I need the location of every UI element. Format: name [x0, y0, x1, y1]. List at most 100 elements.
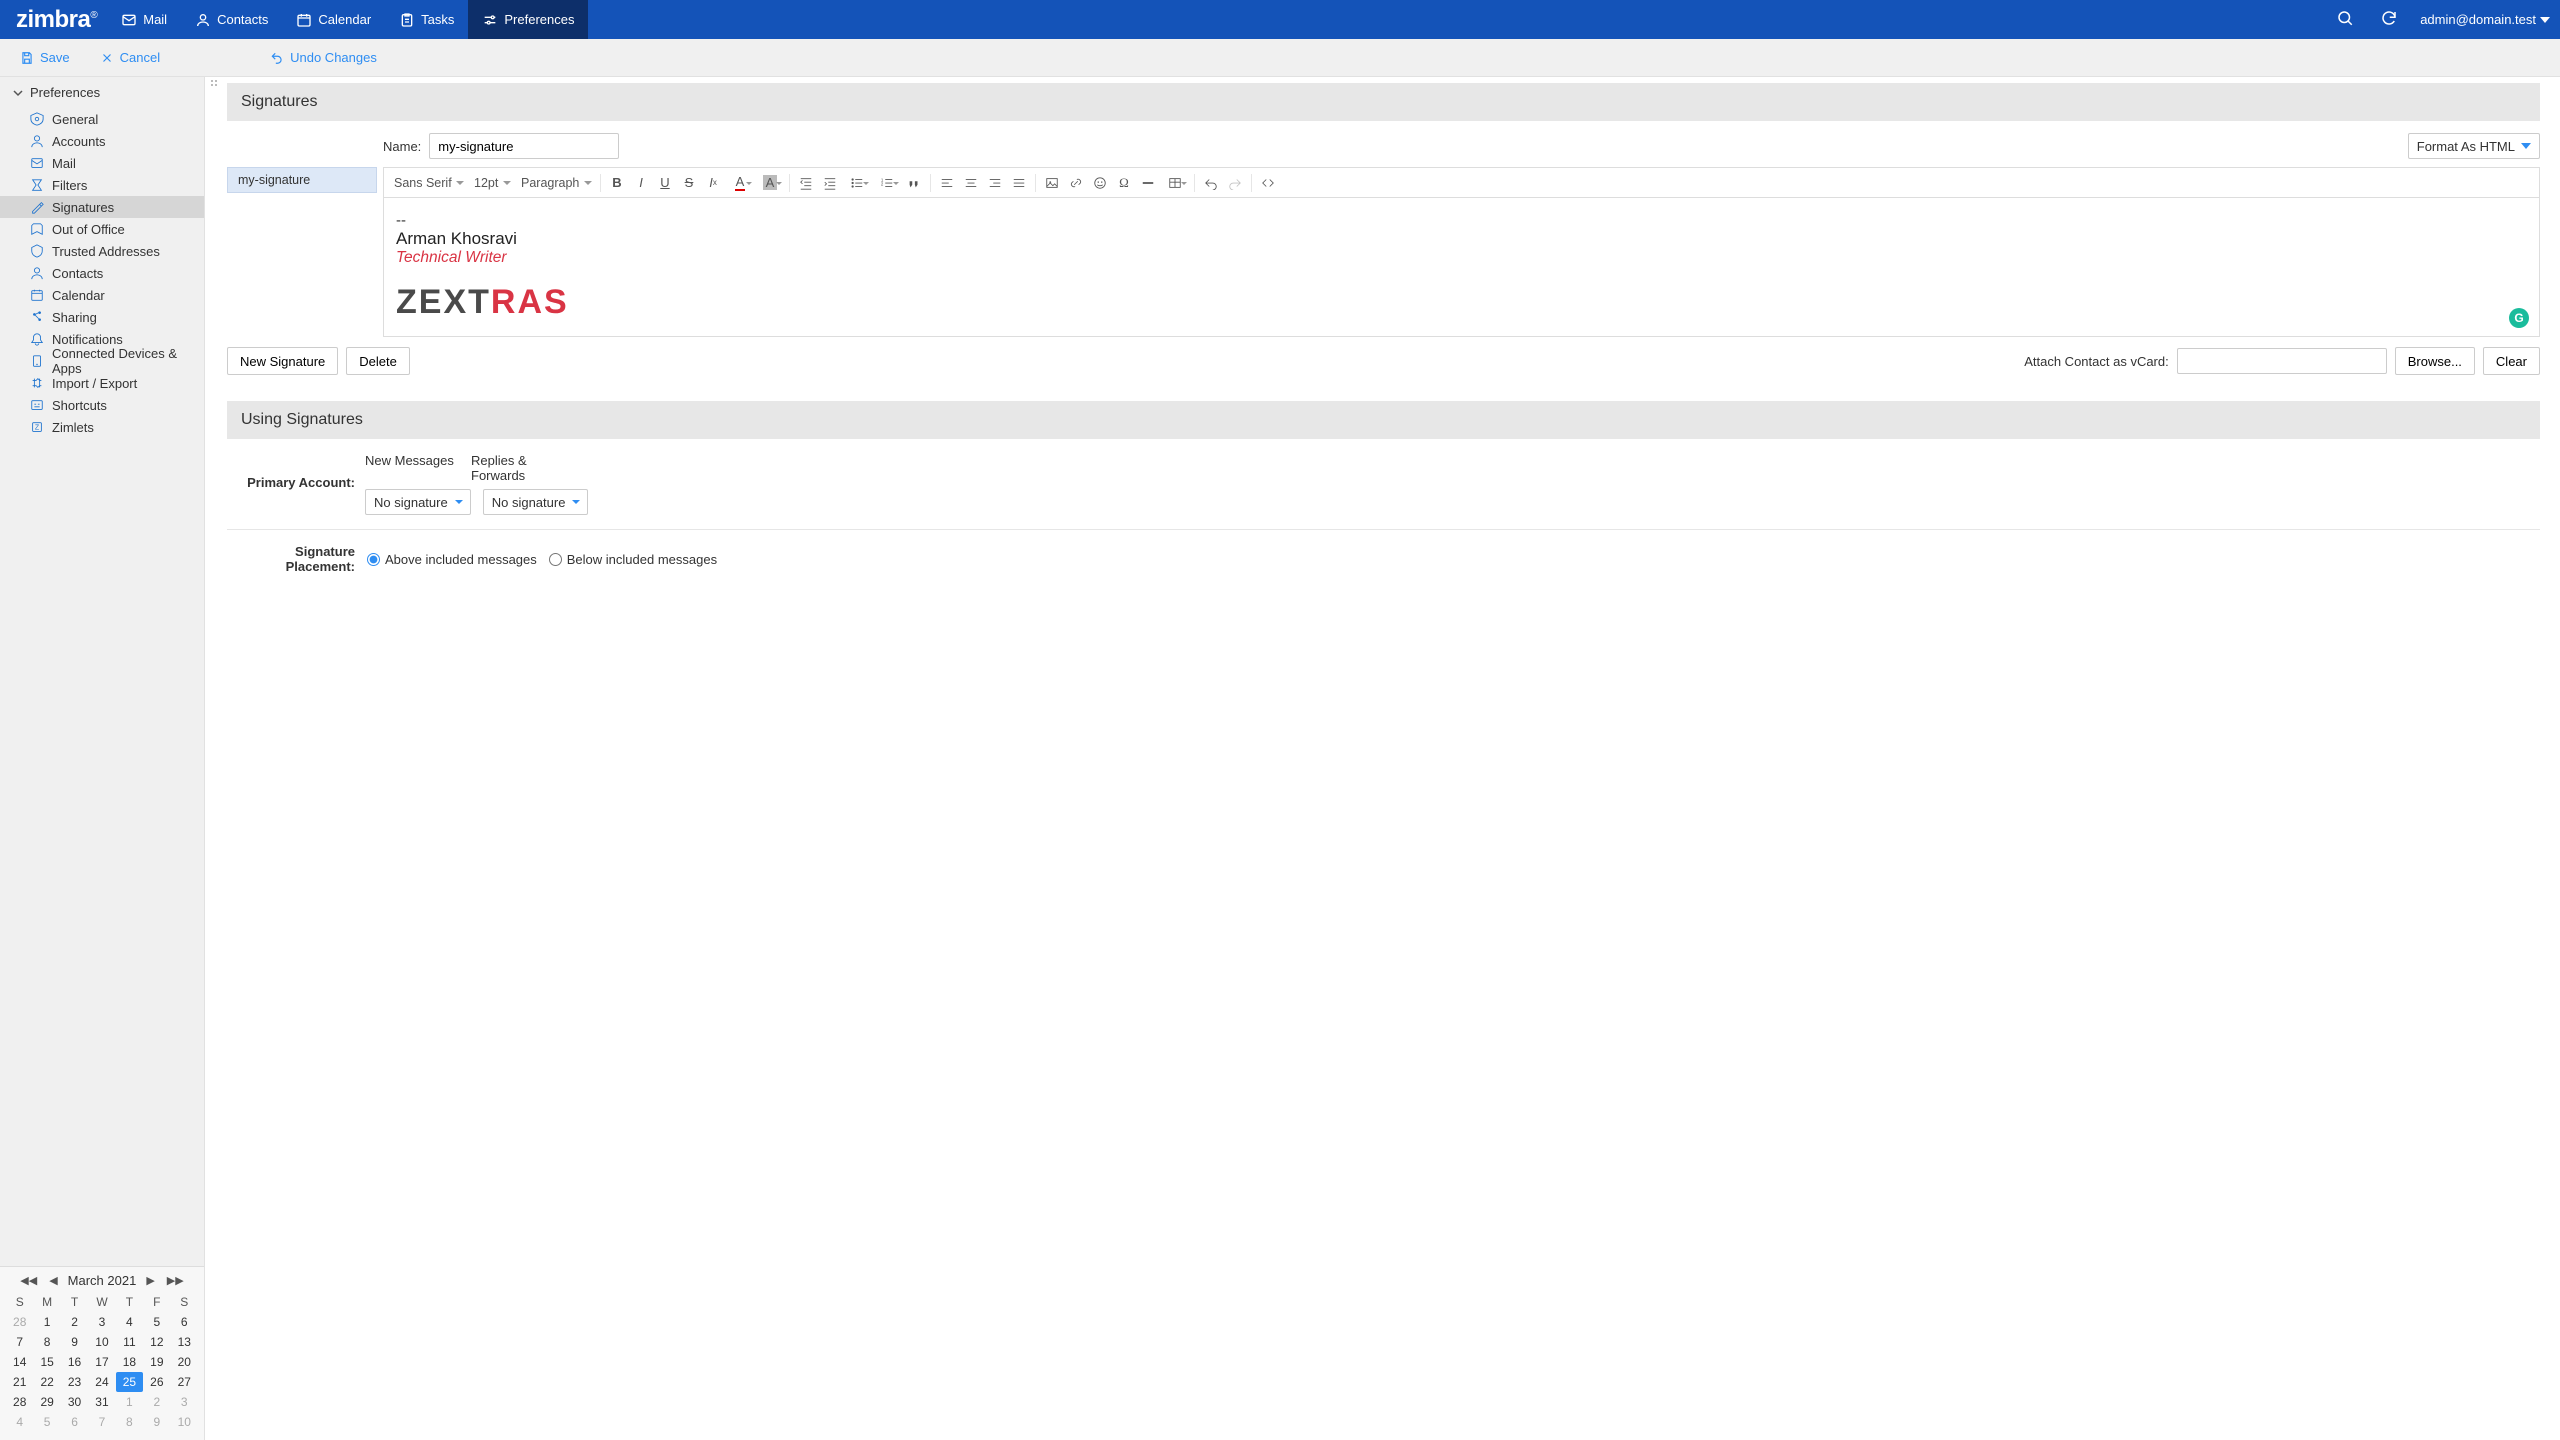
- cal-day[interactable]: 1: [33, 1312, 60, 1332]
- align-left-button[interactable]: [935, 171, 959, 195]
- cal-day[interactable]: 13: [171, 1332, 198, 1352]
- grammarly-icon[interactable]: G: [2509, 308, 2529, 328]
- cal-next-month[interactable]: ▶: [144, 1274, 156, 1287]
- cal-day[interactable]: 10: [88, 1332, 115, 1352]
- cal-day[interactable]: 22: [33, 1372, 60, 1392]
- placement-below-radio[interactable]: Below included messages: [549, 552, 717, 567]
- cal-day[interactable]: 9: [143, 1412, 170, 1432]
- text-color-button[interactable]: A: [725, 171, 755, 195]
- cancel-button[interactable]: Cancel: [94, 46, 166, 69]
- cal-day[interactable]: 12: [143, 1332, 170, 1352]
- cal-day[interactable]: 25: [116, 1372, 143, 1392]
- cal-day[interactable]: 11: [116, 1332, 143, 1352]
- new-signature-button[interactable]: New Signature: [227, 347, 338, 375]
- cal-prev-year[interactable]: ◀◀: [18, 1274, 39, 1287]
- cal-day[interactable]: 4: [116, 1312, 143, 1332]
- cal-day[interactable]: 5: [143, 1312, 170, 1332]
- insert-link-button[interactable]: [1064, 171, 1088, 195]
- signature-name-input[interactable]: [429, 133, 619, 159]
- number-list-button[interactable]: 12: [872, 171, 902, 195]
- redo-edit-button[interactable]: [1223, 171, 1247, 195]
- refresh-button[interactable]: [2376, 5, 2402, 34]
- sidebar-item-connected-devices-apps[interactable]: Connected Devices & Apps: [0, 350, 204, 372]
- sidebar-item-mail[interactable]: Mail: [0, 152, 204, 174]
- sidebar-item-shortcuts[interactable]: Shortcuts: [0, 394, 204, 416]
- outdent-button[interactable]: [794, 171, 818, 195]
- cal-day[interactable]: 21: [6, 1372, 33, 1392]
- cal-day[interactable]: 27: [171, 1372, 198, 1392]
- nav-contacts[interactable]: Contacts: [181, 0, 282, 39]
- cal-day[interactable]: 6: [61, 1412, 88, 1432]
- align-center-button[interactable]: [959, 171, 983, 195]
- blockquote-button[interactable]: [902, 171, 926, 195]
- sidebar-item-filters[interactable]: Filters: [0, 174, 204, 196]
- nav-mail[interactable]: Mail: [107, 0, 181, 39]
- cal-day[interactable]: 3: [171, 1392, 198, 1412]
- search-button[interactable]: [2332, 5, 2358, 34]
- indent-button[interactable]: [818, 171, 842, 195]
- nav-preferences[interactable]: Preferences: [468, 0, 588, 39]
- sidebar-item-out-of-office[interactable]: Out of Office: [0, 218, 204, 240]
- replies-signature-select[interactable]: No signature: [483, 489, 589, 515]
- cal-day[interactable]: 28: [6, 1312, 33, 1332]
- placement-above-radio[interactable]: Above included messages: [367, 552, 537, 567]
- user-menu[interactable]: admin@domain.test: [2420, 12, 2550, 27]
- sidebar-item-zimlets[interactable]: ZZimlets: [0, 416, 204, 438]
- cal-day[interactable]: 14: [6, 1352, 33, 1372]
- underline-button[interactable]: U: [653, 171, 677, 195]
- sidebar-item-contacts[interactable]: Contacts: [0, 262, 204, 284]
- nav-tasks[interactable]: Tasks: [385, 0, 468, 39]
- highlight-color-button[interactable]: A: [755, 171, 785, 195]
- cal-day[interactable]: 15: [33, 1352, 60, 1372]
- cal-day[interactable]: 20: [171, 1352, 198, 1372]
- cal-prev-month[interactable]: ◀: [47, 1274, 59, 1287]
- align-right-button[interactable]: [983, 171, 1007, 195]
- vcard-input[interactable]: [2177, 348, 2387, 374]
- cal-day[interactable]: 29: [33, 1392, 60, 1412]
- emoji-button[interactable]: [1088, 171, 1112, 195]
- italic-button[interactable]: I: [629, 171, 653, 195]
- cal-day[interactable]: 24: [88, 1372, 115, 1392]
- cal-day[interactable]: 31: [88, 1392, 115, 1412]
- cal-day[interactable]: 26: [143, 1372, 170, 1392]
- signature-list-item[interactable]: my-signature: [227, 167, 377, 193]
- format-as-html-button[interactable]: Format As HTML: [2408, 133, 2540, 159]
- cal-day[interactable]: 16: [61, 1352, 88, 1372]
- cal-day[interactable]: 3: [88, 1312, 115, 1332]
- cal-day[interactable]: 17: [88, 1352, 115, 1372]
- cal-day[interactable]: 2: [61, 1312, 88, 1332]
- strike-button[interactable]: S: [677, 171, 701, 195]
- align-justify-button[interactable]: [1007, 171, 1031, 195]
- cal-day[interactable]: 19: [143, 1352, 170, 1372]
- save-button[interactable]: Save: [14, 46, 76, 69]
- cal-day[interactable]: 4: [6, 1412, 33, 1432]
- hr-button[interactable]: [1136, 171, 1160, 195]
- clear-format-button[interactable]: Ix: [701, 171, 725, 195]
- cal-day[interactable]: 8: [33, 1332, 60, 1352]
- cal-day[interactable]: 1: [116, 1392, 143, 1412]
- new-messages-signature-select[interactable]: No signature: [365, 489, 471, 515]
- cal-day[interactable]: 2: [143, 1392, 170, 1412]
- signature-editor[interactable]: -- Arman Khosravi Technical Writer ZEXTR…: [383, 197, 2540, 337]
- cal-day[interactable]: 30: [61, 1392, 88, 1412]
- undo-changes-button[interactable]: Undo Changes: [264, 46, 383, 69]
- cal-day[interactable]: 7: [6, 1332, 33, 1352]
- cal-day[interactable]: 28: [6, 1392, 33, 1412]
- cal-next-year[interactable]: ▶▶: [165, 1274, 186, 1287]
- font-size-select[interactable]: 12pt: [468, 176, 515, 190]
- bullet-list-button[interactable]: [842, 171, 872, 195]
- cal-day[interactable]: 9: [61, 1332, 88, 1352]
- sidebar-item-calendar[interactable]: Calendar: [0, 284, 204, 306]
- cal-day[interactable]: 6: [171, 1312, 198, 1332]
- sidebar-item-trusted-addresses[interactable]: Trusted Addresses: [0, 240, 204, 262]
- cal-day[interactable]: 10: [171, 1412, 198, 1432]
- delete-signature-button[interactable]: Delete: [346, 347, 410, 375]
- browse-button[interactable]: Browse...: [2395, 347, 2475, 375]
- sidebar-item-signatures[interactable]: Signatures: [0, 196, 204, 218]
- sidebar-item-sharing[interactable]: Sharing: [0, 306, 204, 328]
- app-logo[interactable]: zimbra®: [16, 6, 97, 34]
- cal-day[interactable]: 23: [61, 1372, 88, 1392]
- bold-button[interactable]: B: [605, 171, 629, 195]
- sidebar-item-accounts[interactable]: Accounts: [0, 130, 204, 152]
- font-family-select[interactable]: Sans Serif: [388, 176, 468, 190]
